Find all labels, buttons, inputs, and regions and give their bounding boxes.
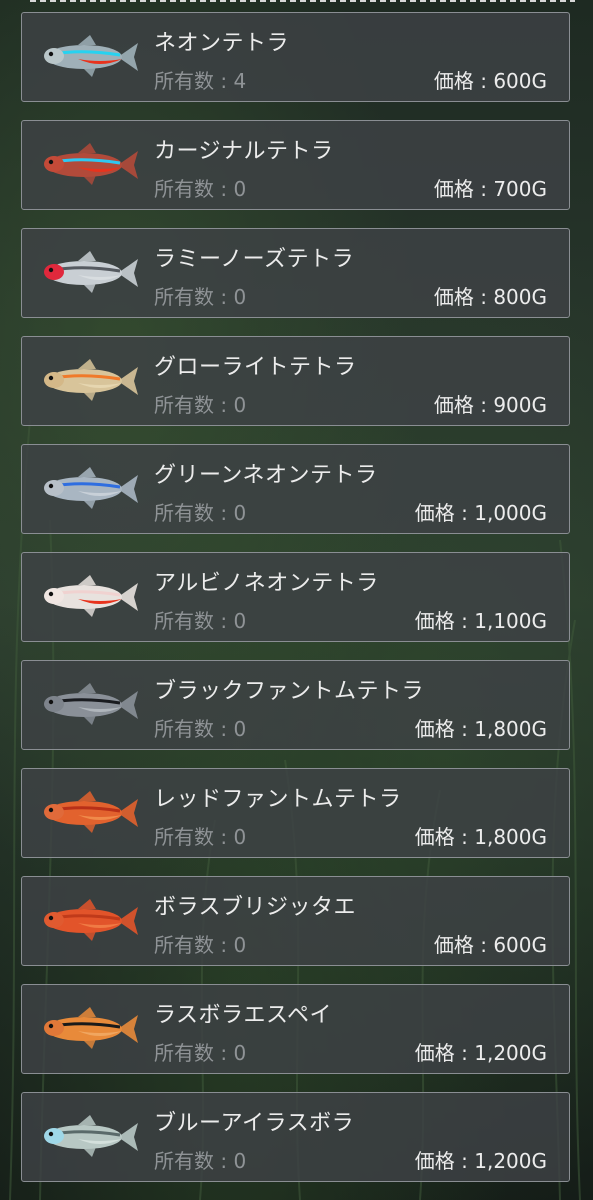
fish-name: ネオンテトラ <box>154 31 290 56</box>
owned-count: 所有数 : 0 <box>154 285 247 309</box>
fish-name: ブルーアイラスボラ <box>154 1111 355 1136</box>
fish-icon <box>44 1007 138 1049</box>
fish-name: ラミーノーズテトラ <box>154 247 355 272</box>
fish-shop-list: ネオンテトラ 所有数 : 4 価格 : 600G カージナルテトラ 所有数 : … <box>21 12 570 1200</box>
fish-icon <box>44 251 138 293</box>
fish-icon <box>44 1115 138 1157</box>
fish-name: ボラスブリジッタエ <box>154 895 357 920</box>
fish-name: レッドファントムテトラ <box>154 787 402 812</box>
fish-item[interactable]: グローライトテトラ 所有数 : 0 価格 : 900G <box>21 336 570 426</box>
fish-name: ラスボラエスペイ <box>154 1003 333 1028</box>
fish-icon <box>44 359 138 401</box>
fish-name: アルビノネオンテトラ <box>154 571 379 596</box>
fish-icon <box>44 35 138 77</box>
price: 価格 : 1,000G <box>414 501 547 525</box>
owned-count: 所有数 : 0 <box>154 177 247 201</box>
owned-count: 所有数 : 0 <box>154 825 247 849</box>
fish-name: グリーンネオンテトラ <box>154 463 378 488</box>
price: 価格 : 600G <box>433 933 547 957</box>
fish-name: ブラックファントムテトラ <box>154 679 425 704</box>
fish-icon <box>44 575 138 617</box>
fish-icon <box>44 143 138 185</box>
fish-name: カージナルテトラ <box>154 139 334 164</box>
fish-icon <box>44 899 138 941</box>
price: 価格 : 700G <box>433 177 547 201</box>
fish-item[interactable]: ブルーアイラスボラ 所有数 : 0 価格 : 1,200G <box>21 1092 570 1182</box>
fish-item[interactable]: ラミーノーズテトラ 所有数 : 0 価格 : 800G <box>21 228 570 318</box>
price: 価格 : 1,200G <box>414 1041 547 1065</box>
price: 価格 : 900G <box>433 393 547 417</box>
price: 価格 : 600G <box>433 69 547 93</box>
fish-item[interactable]: ボラスブリジッタエ 所有数 : 0 価格 : 600G <box>21 876 570 966</box>
fish-item[interactable]: ラスボラエスペイ 所有数 : 0 価格 : 1,200G <box>21 984 570 1074</box>
fish-item[interactable]: カージナルテトラ 所有数 : 0 価格 : 700G <box>21 120 570 210</box>
fish-item[interactable]: グリーンネオンテトラ 所有数 : 0 価格 : 1,000G <box>21 444 570 534</box>
fish-icon <box>44 683 138 725</box>
fish-name: グローライトテトラ <box>154 355 357 380</box>
fish-item[interactable]: ネオンテトラ 所有数 : 4 価格 : 600G <box>21 12 570 102</box>
owned-count: 所有数 : 0 <box>154 501 247 525</box>
fish-item[interactable]: レッドファントムテトラ 所有数 : 0 価格 : 1,800G <box>21 768 570 858</box>
owned-count: 所有数 : 0 <box>154 609 247 633</box>
price: 価格 : 800G <box>433 285 547 309</box>
fish-icon <box>44 791 138 833</box>
fish-icon <box>44 467 138 509</box>
owned-count: 所有数 : 0 <box>154 717 247 741</box>
owned-count: 所有数 : 4 <box>154 69 247 93</box>
price: 価格 : 1,800G <box>414 717 547 741</box>
owned-count: 所有数 : 0 <box>154 1041 247 1065</box>
owned-count: 所有数 : 0 <box>154 1149 247 1173</box>
price: 価格 : 1,200G <box>414 1149 547 1173</box>
price: 価格 : 1,800G <box>414 825 547 849</box>
price: 価格 : 1,100G <box>414 609 547 633</box>
owned-count: 所有数 : 0 <box>154 933 247 957</box>
fish-item[interactable]: アルビノネオンテトラ 所有数 : 0 価格 : 1,100G <box>21 552 570 642</box>
fish-item[interactable]: ブラックファントムテトラ 所有数 : 0 価格 : 1,800G <box>21 660 570 750</box>
owned-count: 所有数 : 0 <box>154 393 247 417</box>
